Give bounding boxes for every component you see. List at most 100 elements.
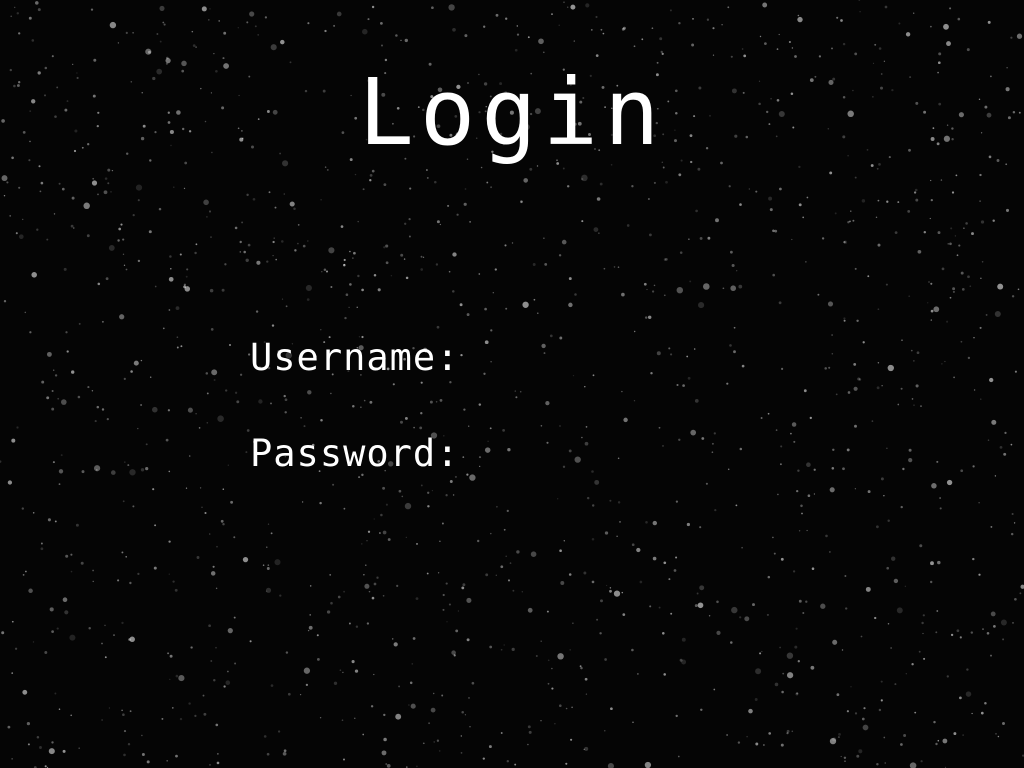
star-dot (387, 538, 391, 541)
star-dot (73, 227, 75, 229)
username-input[interactable] (467, 338, 928, 378)
star-dot (31, 39, 35, 42)
star-dot (225, 680, 231, 686)
star-dot (283, 394, 286, 398)
star-dot (215, 646, 217, 649)
star-dot (913, 404, 915, 406)
star-dot (949, 296, 952, 299)
star-dot (173, 186, 175, 188)
star-dot (959, 696, 962, 700)
star-dot (120, 223, 123, 226)
star-dot (62, 749, 66, 753)
star-dot (780, 743, 784, 747)
star-dot (18, 234, 24, 240)
star-dot (596, 618, 599, 621)
star-dot (422, 742, 425, 745)
star-dot (545, 400, 550, 406)
star-dot (426, 176, 429, 179)
star-dot (404, 222, 407, 225)
star-dot (594, 479, 600, 485)
star-dot (118, 227, 122, 231)
star-dot (78, 322, 81, 325)
star-dot (858, 378, 862, 381)
star-dot (409, 187, 412, 190)
username-label: Username: (250, 336, 460, 379)
star-dot (233, 616, 236, 619)
star-dot (222, 522, 225, 526)
star-dot (853, 386, 858, 391)
star-dot (196, 556, 200, 559)
star-dot (514, 763, 517, 766)
star-dot (488, 745, 492, 749)
star-dot (249, 11, 255, 17)
star-dot (617, 266, 620, 269)
star-dot (132, 505, 135, 508)
star-dot (633, 45, 636, 48)
star-dot (842, 42, 846, 46)
star-dot (416, 542, 418, 545)
star-dot (11, 672, 14, 674)
star-dot (626, 224, 630, 227)
star-dot (867, 490, 871, 494)
star-dot (36, 228, 39, 231)
star-dot (714, 508, 717, 512)
star-dot (558, 24, 560, 26)
star-dot (274, 559, 281, 566)
star-dot (25, 570, 27, 573)
star-dot (911, 398, 914, 400)
star-dot (270, 44, 277, 51)
star-dot (604, 531, 609, 535)
star-dot (135, 184, 143, 191)
star-dot (969, 285, 972, 288)
star-dot (861, 199, 866, 203)
star-dot (861, 717, 865, 721)
star-dot (651, 290, 655, 293)
star-dot (168, 540, 171, 543)
star-dot (227, 627, 233, 634)
star-dot (185, 487, 188, 489)
star-dot (239, 251, 242, 253)
star-dot (26, 721, 31, 726)
star-dot (211, 369, 218, 376)
star-dot (730, 250, 733, 254)
star-dot (883, 736, 886, 739)
star-dot (349, 283, 352, 286)
password-input[interactable] (467, 434, 928, 474)
star-dot (731, 606, 738, 614)
star-dot (65, 554, 69, 558)
star-dot (463, 408, 466, 411)
star-dot (686, 522, 691, 527)
star-dot (210, 328, 214, 331)
star-dot (110, 470, 116, 475)
star-dot (621, 292, 625, 297)
star-dot (180, 345, 183, 348)
star-dot (939, 497, 941, 499)
star-dot (779, 187, 782, 191)
star-dot (284, 398, 288, 402)
star-dot (117, 579, 120, 582)
star-dot (877, 243, 881, 247)
star-dot (352, 257, 354, 259)
star-dot (669, 9, 672, 12)
star-dot (176, 346, 179, 349)
star-dot (206, 422, 209, 424)
star-dot (949, 242, 952, 246)
star-dot (21, 507, 24, 510)
star-dot (122, 713, 125, 716)
star-dot (1000, 619, 1007, 626)
star-dot (469, 221, 471, 223)
star-dot (168, 309, 171, 311)
star-dot (145, 467, 149, 471)
star-dot (798, 599, 802, 603)
star-dot (856, 754, 860, 758)
star-dot (929, 580, 933, 584)
star-dot (600, 599, 603, 603)
star-dot (840, 755, 842, 758)
star-dot (527, 607, 533, 613)
star-dot (762, 2, 768, 8)
star-dot (267, 564, 270, 566)
star-dot (569, 649, 571, 651)
star-dot (408, 235, 411, 238)
star-dot (28, 588, 33, 594)
star-dot (153, 566, 157, 570)
